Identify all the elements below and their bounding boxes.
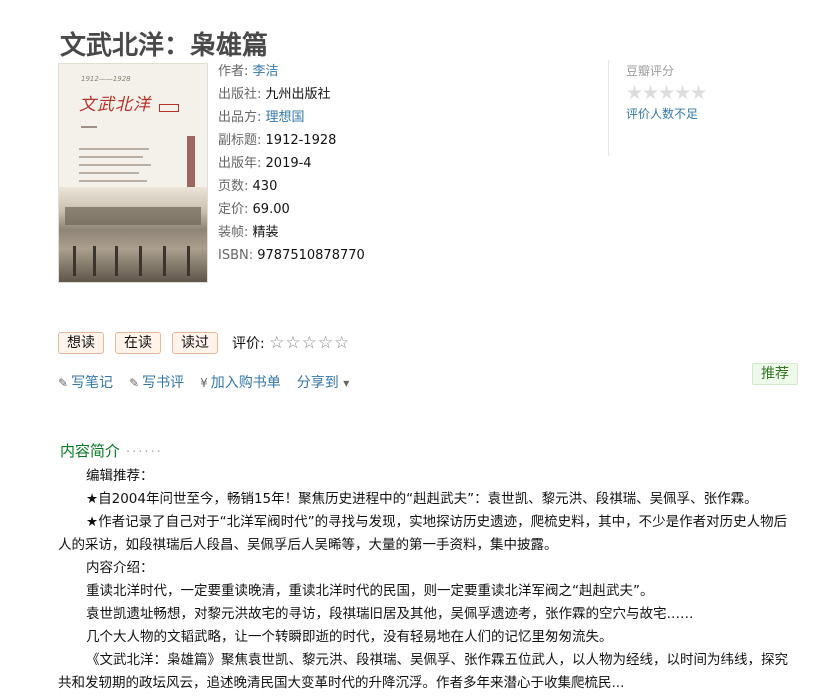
write-note-link[interactable]: ✎ 写笔记 xyxy=(58,372,113,392)
price-value: 69.00 xyxy=(252,202,290,217)
share-label: 分享到 xyxy=(296,375,339,391)
chevron-down-icon: ▾ xyxy=(343,376,350,390)
pages-label: 页数: xyxy=(218,179,249,194)
add-to-cart-label: 加入购书单 xyxy=(210,375,281,391)
rating-count-note[interactable]: 评价人数不足 xyxy=(626,105,706,122)
write-review-label: 写书评 xyxy=(142,375,185,391)
producer-label: 出品方: xyxy=(218,110,262,125)
cover-tree xyxy=(93,246,96,276)
cover-tree xyxy=(139,246,142,276)
author-label: 作者: xyxy=(218,64,249,79)
share-link[interactable]: 分享到 ▾ xyxy=(297,372,352,392)
info-binding-row: 装帧: 精装 xyxy=(218,221,365,244)
add-to-cart-link[interactable]: ¥ 加入购书单 xyxy=(200,372,281,392)
pencil-icon: ✎ xyxy=(58,376,69,390)
binding-value: 精装 xyxy=(252,225,279,240)
cover-text-line xyxy=(79,180,147,182)
action-links: ✎ 写笔记 ✎ 写书评 ¥ 加入购书单 分享到 ▾ xyxy=(58,372,368,392)
reading-status-actions: 想读 在读 读过 评价: ☆☆☆☆☆ xyxy=(58,332,350,354)
have-read-button[interactable]: 读过 xyxy=(172,332,218,354)
cover-text-line xyxy=(79,172,139,174)
isbn-label: ISBN: xyxy=(218,248,254,263)
info-price-row: 定价: 69.00 xyxy=(218,198,365,221)
info-producer-row: 出品方: 理想国 xyxy=(218,106,365,129)
intro-dots: ······ xyxy=(126,445,163,460)
publisher-value: 九州出版社 xyxy=(265,87,331,102)
pubyear-value: 2019-4 xyxy=(265,156,312,171)
cover-tree xyxy=(163,246,166,276)
reading-button[interactable]: 在读 xyxy=(115,332,161,354)
content-intro-title: 内容简介 xyxy=(60,442,121,460)
info-author-row: 作者: 李洁 xyxy=(218,60,365,83)
rating-label: 豆瓣评分 xyxy=(626,64,675,78)
my-rating-stars-icon[interactable]: ☆☆☆☆☆ xyxy=(269,333,350,353)
publisher-label: 出版社: xyxy=(218,87,262,102)
page-title: 文武北洋：枭雄篇 xyxy=(60,31,269,62)
write-review-link[interactable]: ✎ 写书评 xyxy=(129,372,184,392)
want-to-read-button[interactable]: 想读 xyxy=(58,332,104,354)
intro-paragraph: 袁世凯遗址畅想，对黎元洪故宅的寻访，段祺瑞旧居及其他，吴佩孚遗迹考，张作霖的空穴… xyxy=(86,606,694,622)
cover-text-line xyxy=(79,156,143,158)
book-info: 作者: 李洁 出版社: 九州出版社 出品方: 理想国 副标题: 1912-192… xyxy=(218,60,365,267)
producer-link[interactable]: 理想国 xyxy=(266,110,305,125)
cover-title-text: 文武北洋 xyxy=(79,95,151,115)
content-intro: 编辑推荐： ★自2004年问世至今，畅销15年！聚焦历史进程中的“赳赳武夫”：袁… xyxy=(58,465,800,695)
info-publisher-row: 出版社: 九州出版社 xyxy=(218,83,365,106)
my-rating-label: 评价: xyxy=(232,336,265,352)
author-link[interactable]: 李洁 xyxy=(253,64,279,79)
pencil-icon: ✎ xyxy=(129,376,140,390)
intro-paragraph: 编辑推荐： xyxy=(86,468,154,484)
intro-paragraph: ★自2004年问世至今，畅销15年！聚焦历史进程中的“赳赳武夫”：袁世凯、黎元洪… xyxy=(86,491,758,507)
book-cover[interactable]: 1912——1928 文武北洋 xyxy=(58,63,208,283)
info-pubyear-row: 出版年: 2019-4 xyxy=(218,152,365,175)
cover-tree xyxy=(187,246,190,276)
intro-paragraph: 《文武北洋：枭雄篇》聚焦袁世凯、黎元洪、段祺瑞、吴佩孚、张作霖五位武人，以人物为… xyxy=(58,652,788,691)
cover-building xyxy=(65,207,201,225)
intro-paragraph: 内容介绍： xyxy=(86,560,154,576)
info-subtitle-row: 副标题: 1912-1928 xyxy=(218,129,365,152)
cover-text-line xyxy=(79,164,151,166)
cover-tag-box xyxy=(159,104,179,112)
cover-author-mark xyxy=(81,126,97,128)
subtitle-label: 副标题: xyxy=(218,133,262,148)
intro-paragraph: ★作者记录了自己对于“北洋军阀时代”的寻找与发现，实地探访历史遗迹，爬梳史料，其… xyxy=(58,514,788,553)
pubyear-label: 出版年: xyxy=(218,156,262,171)
price-label: 定价: xyxy=(218,202,249,217)
pages-value: 430 xyxy=(252,179,278,194)
cover-year-text: 1912——1928 xyxy=(81,75,131,83)
my-rating: 评价: ☆☆☆☆☆ xyxy=(232,333,350,353)
write-note-label: 写笔记 xyxy=(71,375,114,391)
rating-stars-icon: ★★★★★ xyxy=(626,82,707,104)
binding-label: 装帧: xyxy=(218,225,249,240)
info-isbn-row: ISBN: 9787510878770 xyxy=(218,244,365,267)
douban-rating-box: 豆瓣评分 ★★★★★ 评价人数不足 xyxy=(608,60,707,156)
info-pages-row: 页数: 430 xyxy=(218,175,365,198)
intro-paragraph: 重读北洋时代，一定要重读晚清，重读北洋时代的民国，则一定要重读北洋军阀之“赳赳武… xyxy=(86,583,654,599)
intro-paragraph: 几个大人物的文韬武略，让一个转瞬即逝的时代，没有轻易地在人们的记忆里匆匆流失。 xyxy=(86,629,613,645)
yen-icon: ¥ xyxy=(200,376,208,390)
cover-photo xyxy=(59,187,207,282)
cover-tree xyxy=(115,246,118,276)
recommend-button[interactable]: 推荐 xyxy=(752,363,798,385)
subtitle-value: 1912-1928 xyxy=(265,133,337,148)
cover-text-line xyxy=(79,148,149,150)
content-intro-heading: 内容简介 ······ xyxy=(60,440,163,461)
isbn-value: 9787510878770 xyxy=(257,248,365,263)
cover-tree xyxy=(73,246,76,276)
